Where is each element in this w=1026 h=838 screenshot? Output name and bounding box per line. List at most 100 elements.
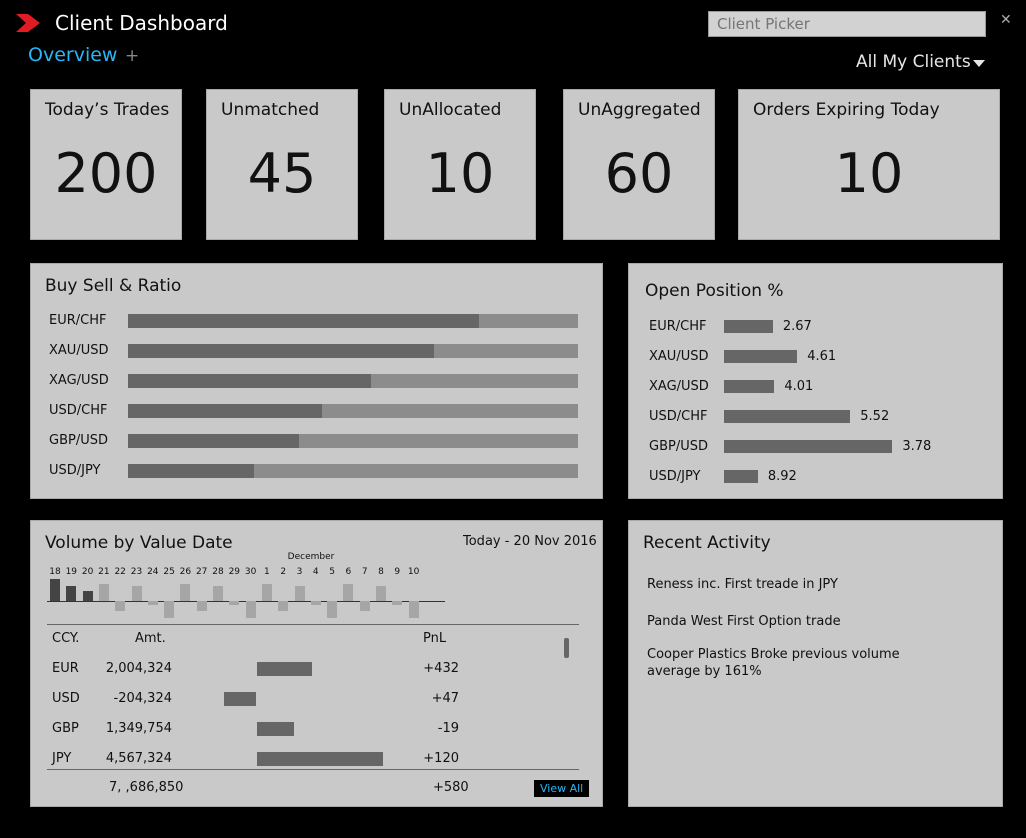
pair-label: GBP/USD [49,433,108,448]
date-tick: 26 [179,567,192,577]
value-date: Today - 20 Nov 2016 [463,534,597,549]
add-tab-button[interactable]: + [125,46,139,66]
amount-bar[interactable] [257,722,295,736]
ratio-bar[interactable] [128,404,578,418]
buy-fill [128,374,371,388]
volume-bar[interactable] [213,586,223,601]
panel-title: Volume by Value Date [45,533,233,553]
pair-label: USD/JPY [649,469,701,484]
buy-sell-ratio-panel: Buy Sell & Ratio EUR/CHF XAU/USD XAG/USD US… [30,263,603,499]
volume-bar[interactable] [343,584,354,601]
volume-bar[interactable] [229,601,240,605]
app-title: Client Dashboard [55,11,228,35]
stat-value: 45 [247,142,317,205]
pair-label: EUR/CHF [649,319,707,334]
position-bar[interactable] [724,320,773,333]
volume-bar[interactable] [164,601,175,618]
volume-bar[interactable] [82,591,93,601]
volume-bar[interactable] [115,601,126,611]
ratio-bar[interactable] [128,464,578,478]
position-value: 5.52 [860,409,890,424]
date-tick: 5 [329,567,335,577]
view-all-button[interactable]: View All [534,780,590,797]
buy-fill [128,434,299,448]
stat-value: 60 [604,142,674,205]
divider [47,769,579,770]
amount-bar[interactable] [257,662,313,676]
volume-bar[interactable] [359,601,370,611]
activity-item[interactable]: Cooper Plastics Broke previous volume av… [647,646,942,680]
header-amount: Amt. [135,631,166,646]
position-bar[interactable] [724,470,758,483]
stat-title: Unmatched [221,100,320,120]
volume-bar[interactable] [66,586,77,601]
date-tick: 25 [163,567,175,577]
activity-item[interactable]: Panda West First Option trade [647,613,947,630]
header-pnl: PnL [423,631,447,646]
volume-bar[interactable] [147,601,158,605]
client-picker-input[interactable] [708,11,986,37]
stat-value: 200 [54,142,158,205]
activity-item[interactable]: Reness inc. First treade in JPY [647,576,947,593]
ratio-bar[interactable] [128,344,578,358]
position-bar[interactable] [724,440,893,453]
stat-title: Orders Expiring Today [753,100,940,120]
volume-bar[interactable] [196,601,207,611]
volume-bar[interactable] [261,584,272,601]
scrollbar[interactable] [564,638,569,658]
stat-card-orders-expiring[interactable]: Orders Expiring Today 10 [738,89,1000,240]
pair-label: USD/CHF [649,409,708,424]
volume-bar[interactable] [376,586,386,601]
close-icon[interactable]: ✕ [1000,12,1012,28]
date-tick: 28 [212,567,224,577]
ratio-bar[interactable] [128,374,578,388]
stat-title: Today’s Trades [45,100,170,120]
volume-bar[interactable] [245,601,256,618]
amount-bar[interactable] [257,752,383,766]
chevron-down-icon[interactable] [973,60,985,67]
stat-title: UnAllocated [399,100,502,120]
volume-bar[interactable] [327,601,338,618]
volume-bar[interactable] [310,601,321,605]
divider [47,624,579,625]
date-tick: 20 [81,567,94,577]
stat-title: UnAggregated [578,100,701,120]
volume-bar[interactable] [180,584,191,601]
ratio-bar[interactable] [128,434,578,448]
client-filter-dropdown[interactable]: All My Clients [856,52,971,72]
buy-fill [128,344,434,358]
stat-card-unallocated[interactable]: UnAllocated 10 [384,89,536,240]
pnl-cell: -19 [437,721,459,736]
amount-cell: -204,324 [113,691,172,706]
position-value: 3.78 [902,439,932,454]
position-bar[interactable] [724,380,775,393]
date-tick: 8 [378,567,384,577]
amount-cell: 4,567,324 [105,751,172,766]
date-tick: 4 [312,567,319,577]
tab-overview[interactable]: Overview [28,44,117,66]
date-tick: 6 [345,567,352,577]
pair-label: XAU/USD [649,349,709,364]
volume-bar[interactable] [278,601,289,611]
ratio-bar[interactable] [128,314,578,328]
month-label: December [287,552,335,562]
stat-card-unaggregated[interactable]: UnAggregated 60 [563,89,715,240]
position-bar[interactable] [724,410,851,423]
volume-bar[interactable] [98,584,109,601]
position-bar[interactable] [724,350,798,363]
date-tick: 21 [98,567,110,577]
date-tick: 10 [407,567,420,577]
volume-bar[interactable] [131,586,142,601]
header-ccy: CCY. [52,631,80,646]
stat-card-todays-trades[interactable]: Today’s Trades 200 [30,89,182,240]
amount-bar[interactable] [224,692,256,706]
date-tick: 19 [65,567,78,577]
volume-bar[interactable] [50,579,60,601]
date-tick: 23 [130,567,143,577]
volume-bar[interactable] [294,586,305,601]
date-tick: 3 [296,567,303,577]
stat-card-unmatched[interactable]: Unmatched 45 [206,89,358,240]
volume-bar[interactable] [408,601,419,618]
date-tick: 1 [264,567,270,577]
volume-bar[interactable] [392,601,403,605]
